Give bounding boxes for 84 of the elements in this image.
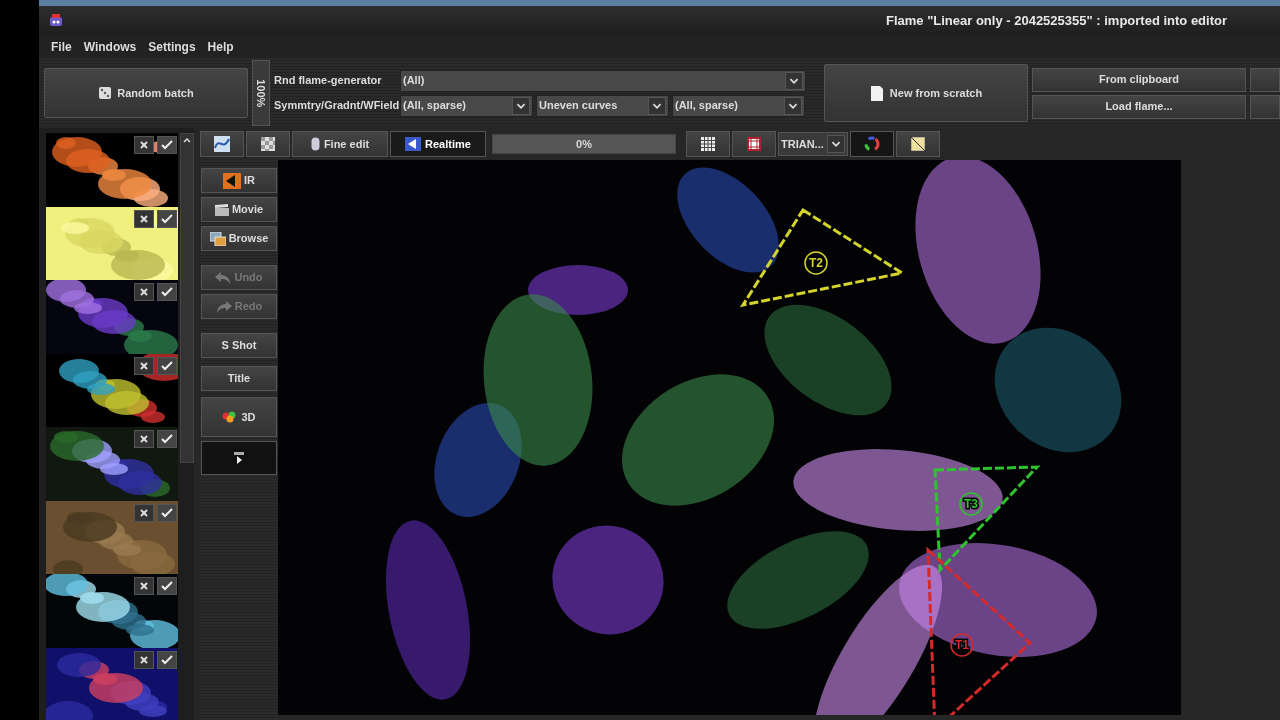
curve-icon: [214, 136, 230, 152]
screenshot-button[interactable]: S Shot: [201, 333, 277, 358]
checkmark-icon: [161, 507, 173, 518]
close-icon: [140, 141, 148, 149]
triangle-handle[interactable]: [933, 465, 1041, 574]
dropdown-caret-icon: [785, 71, 803, 90]
dropdown-caret-icon: [827, 135, 845, 153]
weightfield-dropdown[interactable]: (All, sparse): [672, 94, 805, 117]
symmetry-label: Symmtry/Gradnt/WField: [274, 98, 397, 114]
title-button[interactable]: Title: [201, 366, 277, 391]
browse-button[interactable]: Browse: [201, 226, 277, 251]
close-icon: [140, 288, 148, 296]
diagonal-square-icon: [911, 137, 925, 151]
from-clipboard-button[interactable]: From clipboard: [1032, 67, 1246, 92]
load-flame-button[interactable]: Load flame...: [1032, 94, 1246, 119]
checkerboard-icon: [261, 137, 275, 151]
app-icon: [49, 13, 63, 28]
frame-button[interactable]: [732, 131, 776, 157]
gradient-button[interactable]: [896, 131, 940, 157]
color-wheel-button[interactable]: [850, 131, 894, 157]
dropdown-caret-icon: [784, 96, 802, 115]
progress-reading: 0%: [575, 136, 593, 152]
play-button[interactable]: [201, 441, 277, 475]
triangle-label: T2: [809, 256, 823, 270]
generator-dropdown[interactable]: (All): [400, 69, 806, 92]
window-title: Flame "Linear only - 2042525355" : imported into editor: [885, 11, 1227, 30]
realtime-button[interactable]: Realtime: [390, 131, 486, 157]
remove-button[interactable]: [134, 430, 154, 448]
redo-arrow-icon: [215, 300, 232, 313]
realtime-icon: [405, 137, 422, 151]
undo-arrow-icon: [215, 271, 232, 284]
select-button[interactable]: [157, 577, 177, 595]
movie-button[interactable]: Movie: [201, 197, 277, 222]
windows-icon: [209, 231, 226, 246]
remove-button[interactable]: [134, 283, 154, 301]
triangle-handle[interactable]: [926, 546, 1033, 715]
new-from-scratch-button[interactable]: New from scratch: [824, 64, 1028, 122]
zoom-label: 100%: [252, 60, 270, 126]
checkmark-icon: [161, 213, 173, 224]
close-icon: [140, 582, 148, 590]
select-button[interactable]: [157, 430, 177, 448]
menu-item[interactable]: Windows: [79, 37, 141, 56]
mode-dropdown[interactable]: TRIAN...: [778, 132, 848, 156]
random-batch-button[interactable]: Random batch: [44, 68, 248, 118]
generator-label: Rnd flame-generator: [274, 73, 383, 89]
frame-icon: [747, 137, 761, 151]
dice-icon: [98, 86, 113, 100]
play-icon: [234, 452, 244, 464]
clapper-icon: [214, 203, 229, 216]
3d-button[interactable]: 3D: [201, 397, 277, 437]
checkmark-icon: [161, 287, 173, 297]
menu-item[interactable]: Settings: [144, 37, 200, 56]
checkmark-icon: [161, 581, 173, 591]
cone-icon: [223, 172, 241, 189]
close-icon: [140, 435, 148, 443]
select-button[interactable]: [157, 283, 177, 301]
curve-button[interactable]: [200, 131, 244, 157]
gradient-dropdown[interactable]: Uneven curves: [536, 94, 669, 117]
select-button[interactable]: [157, 136, 177, 154]
color-wheel-icon: [864, 136, 880, 152]
document-icon: [869, 84, 884, 102]
close-icon: [140, 655, 148, 664]
remove-button[interactable]: [134, 577, 154, 595]
dropdown-caret-icon: [648, 96, 666, 115]
close-icon: [140, 508, 148, 517]
checkmark-icon: [161, 434, 173, 444]
grid-button[interactable]: [686, 131, 730, 157]
scrollbar[interactable]: [180, 133, 194, 463]
ir-button[interactable]: IR: [201, 168, 277, 193]
triangle-label: T3: [964, 497, 978, 511]
transparency-button[interactable]: [246, 131, 290, 157]
checkmark-icon: [161, 654, 173, 665]
menu-item[interactable]: File: [47, 37, 76, 56]
mouse-icon: [310, 137, 320, 151]
grid-icon: [701, 137, 715, 151]
symmetry-dropdown[interactable]: (All, sparse): [400, 94, 533, 117]
checkmark-icon: [161, 360, 173, 371]
checkmark-icon: [161, 140, 173, 150]
close-icon: [140, 361, 148, 370]
dropdown-caret-icon: [512, 96, 530, 115]
remove-button[interactable]: [134, 136, 154, 154]
close-icon: [140, 214, 148, 223]
fine-edit-button[interactable]: Fine edit: [292, 131, 388, 157]
menu-item[interactable]: Help: [203, 37, 238, 56]
